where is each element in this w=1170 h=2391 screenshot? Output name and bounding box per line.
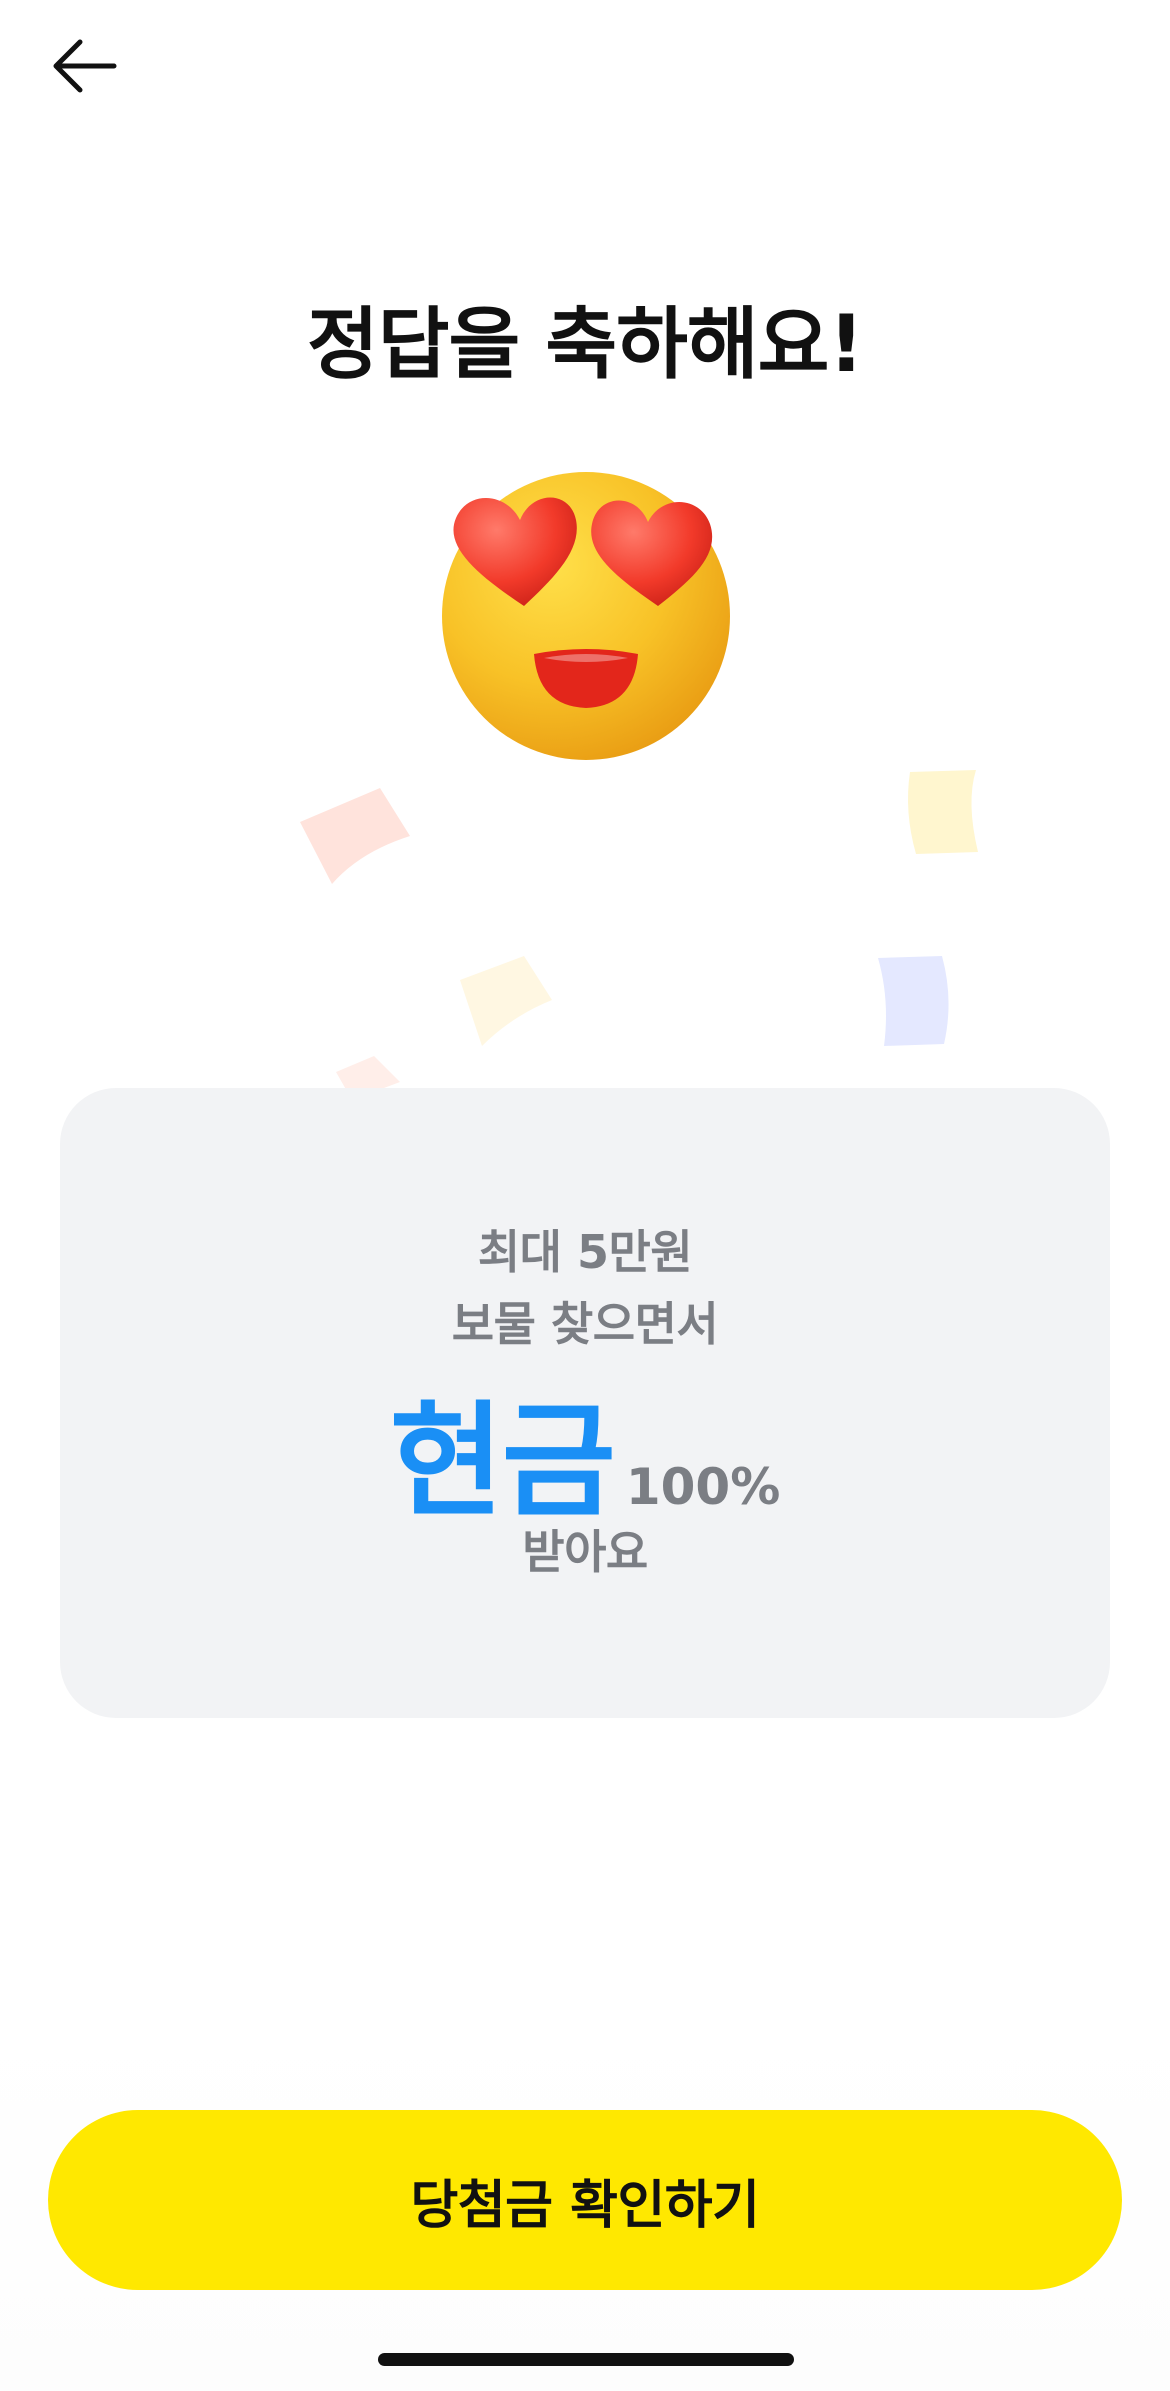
heart-eyes-emoji-icon — [442, 472, 730, 760]
confetti-decoration — [300, 770, 978, 1100]
max-reward-text: 최대 5만원 — [477, 1225, 693, 1279]
treasure-text: 보물 찾으면서 — [451, 1297, 719, 1351]
home-indicator — [378, 2353, 794, 2366]
page-title: 정답을 축하해요! — [306, 300, 864, 390]
receive-text: 받아요 — [522, 1525, 648, 1579]
back-button[interactable] — [44, 30, 128, 102]
check-prize-button[interactable]: 당첨금 확인하기 — [48, 2110, 1122, 2290]
cash-highlight: 현금 100% — [60, 1360, 1110, 1540]
arrow-left-icon — [53, 39, 117, 93]
cash-text: 현금 — [389, 1390, 616, 1534]
reward-card: 최대 5만원 보물 찾으면서 현금 100% 받아요 — [60, 1088, 1110, 1718]
cash-percent-text: 100% — [625, 1458, 781, 1516]
